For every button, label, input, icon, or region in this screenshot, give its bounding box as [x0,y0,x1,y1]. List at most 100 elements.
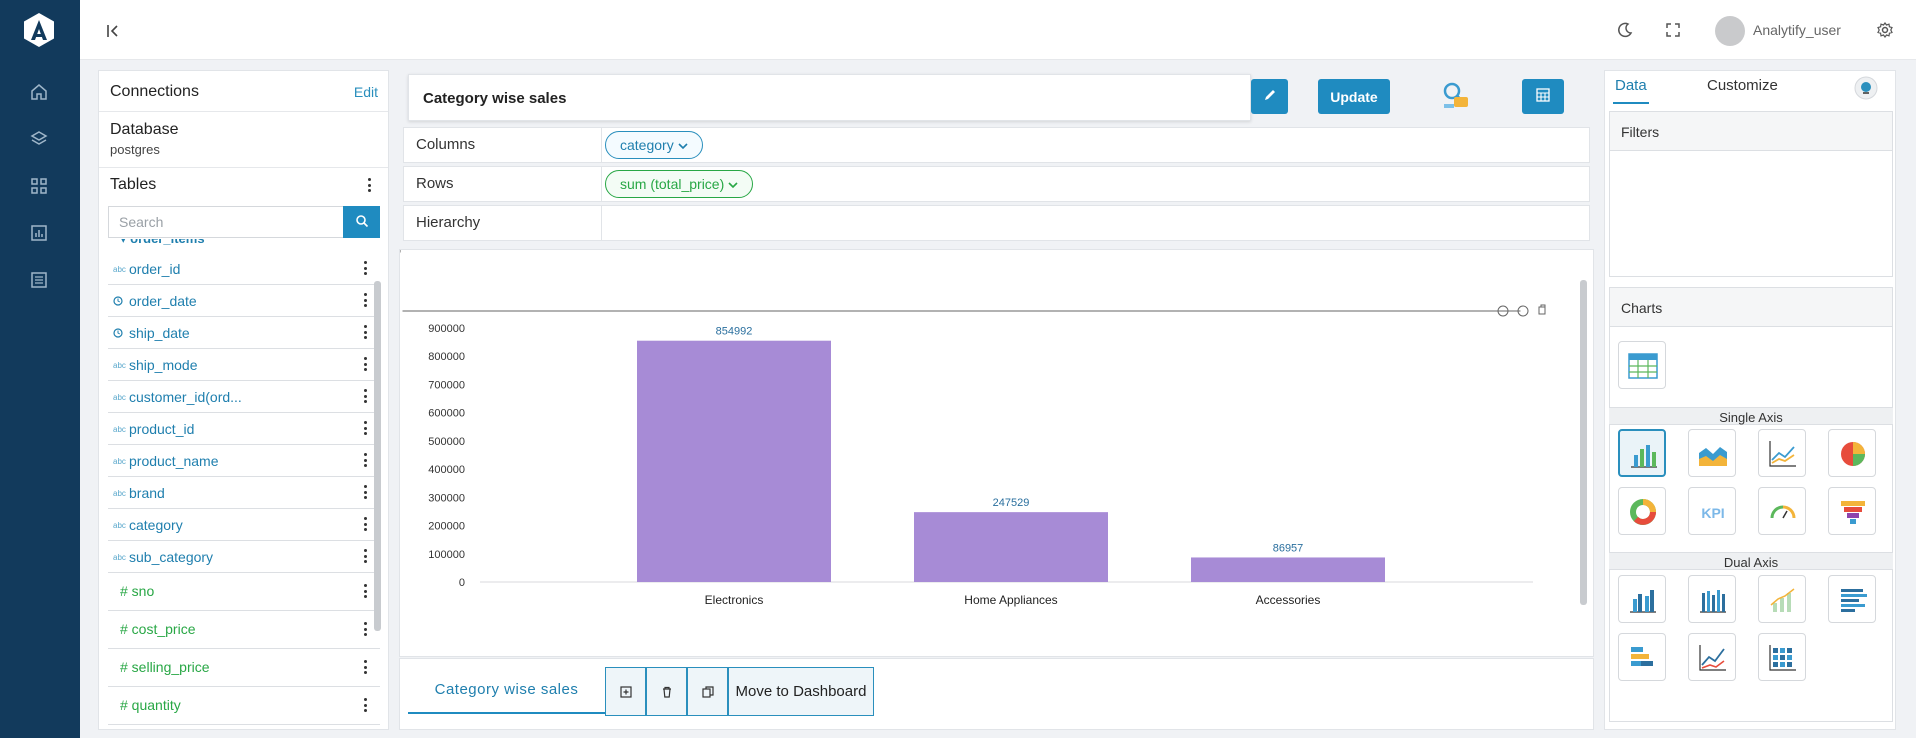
chart-type-heatmap[interactable] [1758,633,1806,681]
chart-type-horizontal-bar[interactable] [1828,575,1876,623]
divider [99,167,388,168]
kpi-icon: KPI [1701,505,1724,521]
chart-type-donut[interactable] [1618,487,1666,535]
field-menu-icon[interactable] [362,698,368,714]
sheet-tab[interactable]: Category wise sales [408,667,605,714]
field-menu-icon[interactable] [362,357,368,373]
chart-type-gauge[interactable] [1758,487,1806,535]
chart-type-bar[interactable] [1618,429,1666,477]
chevron-down-icon [728,182,738,189]
sheet-tabs-bar: Category wise sales Move to Dashboard [399,658,1594,730]
text-type-icon: abc [113,521,126,530]
dark-mode-icon[interactable] [1616,21,1634,39]
chart-type-grouped-bar[interactable] [1618,575,1666,623]
horizontal-bar-icon [1841,589,1867,612]
chart-type-pie[interactable] [1828,429,1876,477]
layers-icon[interactable] [29,129,49,149]
field-item[interactable]: abc product_name [108,445,380,477]
dual-axis-label: Dual Axis [1609,552,1893,570]
field-item[interactable]: # cost_price [108,611,380,649]
chart-type-area[interactable] [1688,429,1736,477]
field-item[interactable]: # quantity [108,687,380,725]
connections-panel: Connections Edit Database postgres Table… [98,70,389,730]
field-menu-icon[interactable] [362,622,368,638]
gear-icon[interactable] [1876,21,1894,39]
edit-connection-link[interactable]: Edit [354,84,378,100]
dashboard-grid-icon[interactable] [29,176,49,196]
bar[interactable] [914,512,1108,582]
tab-customize[interactable]: Customize [1707,77,1778,94]
sheet-title-box[interactable]: Category wise sales [408,74,1251,121]
fullscreen-icon[interactable] [1664,21,1682,39]
username[interactable]: Analytify_user [1753,22,1841,38]
field-item[interactable]: abc ship_mode [108,349,380,381]
tab-data[interactable]: Data [1613,77,1649,104]
field-item[interactable]: abc product_id [108,413,380,445]
chart-type-kpi[interactable]: KPI [1688,487,1736,535]
heatmap-icon [1769,645,1796,671]
fields-scrollbar[interactable] [374,281,381,631]
field-item[interactable]: ship_date [108,317,380,349]
field-item[interactable]: abc customer_id(ord... [108,381,380,413]
bar[interactable] [1191,557,1385,582]
field-item[interactable]: abc category [108,509,380,541]
sql-query-icon[interactable] [1440,80,1472,112]
chart-type-funnel[interactable] [1828,487,1876,535]
field-menu-icon[interactable] [362,293,368,309]
avatar[interactable] [1715,16,1745,46]
field-item[interactable]: # selling_price [108,649,380,687]
chart-type-stacked-horizontal[interactable] [1618,633,1666,681]
column-pill-category[interactable]: category [605,131,703,159]
search-icon [355,214,368,227]
field-menu-icon[interactable] [362,325,368,341]
top-header: Analytify_user [80,0,1916,60]
delete-sheet-button[interactable] [646,667,687,716]
theme-toggle-icon[interactable] [1854,76,1878,100]
row-pill-total-price[interactable]: sum (total_price) [605,170,754,198]
field-menu-icon[interactable] [362,584,368,600]
chart-type-line[interactable] [1758,429,1806,477]
copy-icon [702,686,714,698]
chart-type-dual-line[interactable] [1688,633,1736,681]
table-name-cut[interactable]: ▾ order_items [120,239,205,247]
field-item[interactable]: # sno [108,573,380,611]
field-menu-icon[interactable] [362,389,368,405]
update-button[interactable]: Update [1318,79,1390,114]
chart-icon[interactable] [29,223,49,243]
field-menu-icon[interactable] [362,660,368,676]
move-to-dashboard-button[interactable]: Move to Dashboard [728,667,874,716]
field-item[interactable]: abc order_id [108,253,380,285]
search-input[interactable] [108,206,344,238]
field-item[interactable]: abc brand [108,477,380,509]
gauge-icon [1770,505,1796,519]
chart-scrollbar[interactable] [1580,280,1587,605]
filters-drop-zone[interactable] [1609,151,1893,277]
field-menu-icon[interactable] [362,485,368,501]
dual-line-icon [1699,645,1726,671]
bar[interactable] [637,340,831,582]
field-menu-icon[interactable] [362,549,368,565]
duplicate-sheet-button[interactable] [687,667,728,716]
chart-type-multi-bar[interactable] [1688,575,1736,623]
field-item[interactable]: abc sub_category [108,541,380,573]
chart-type-bar-line[interactable] [1758,575,1806,623]
field-menu-icon[interactable] [362,261,368,277]
app-logo-icon[interactable] [22,12,56,48]
chart-type-table[interactable] [1618,341,1666,389]
add-sheet-button[interactable] [605,667,646,716]
home-icon[interactable] [29,82,49,102]
collapse-sidebar-icon[interactable] [104,22,122,40]
pan-hand-icon[interactable] [1538,304,1546,315]
table-view-button[interactable] [1522,79,1564,114]
field-item[interactable]: order_date [108,285,380,317]
edit-title-button[interactable] [1251,79,1288,114]
rows-shelf: Rows sum (total_price) [403,166,1590,202]
database-title: Database [110,121,179,138]
tables-menu-icon[interactable] [366,178,372,194]
list-icon[interactable] [29,270,49,290]
search-button[interactable] [343,206,380,238]
hierarchy-drop-zone[interactable] [605,209,1585,237]
field-menu-icon[interactable] [362,453,368,469]
field-menu-icon[interactable] [362,421,368,437]
field-menu-icon[interactable] [362,517,368,533]
